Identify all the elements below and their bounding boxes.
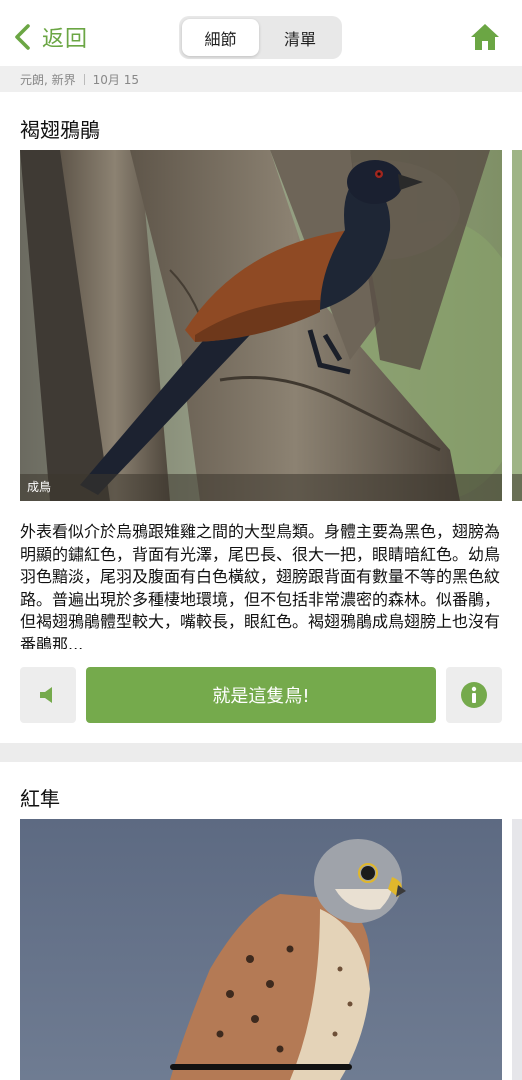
chevron-left-icon — [15, 24, 30, 50]
photo-caption-bar — [20, 474, 502, 501]
next-photo-preview[interactable] — [512, 819, 522, 1080]
back-button[interactable]: 返回 — [12, 18, 88, 56]
speaker-icon — [40, 687, 52, 703]
photo-caption: 成鳥 — [27, 480, 52, 494]
date-text: 10月 15 — [92, 72, 139, 87]
bird-name: 褐翅鴉鵑 — [20, 118, 100, 142]
bird-name: 紅隼 — [20, 787, 60, 811]
location-text: 元朗, 新界 — [20, 72, 76, 87]
play-sound-button[interactable] — [20, 667, 76, 723]
divider — [83, 73, 85, 85]
next-photo-image — [512, 819, 522, 1080]
info-button[interactable] — [446, 667, 502, 723]
info-icon — [461, 682, 487, 708]
bird-photo-image — [20, 150, 502, 501]
home-button[interactable] — [468, 20, 502, 54]
tab-list[interactable]: 清單 — [261, 19, 339, 56]
view-toggle: 細節 清單 — [179, 16, 342, 59]
bird-description: 外表看似介於烏鴉跟雉雞之間的大型鳥類。身體主要為黑色，翅膀為明顯的鏽紅色，背面有… — [20, 522, 501, 649]
bird-photo[interactable]: 成鳥 — [20, 150, 502, 501]
next-photo-preview[interactable] — [512, 150, 522, 501]
bird-photo-image — [20, 819, 502, 1080]
home-icon — [471, 24, 499, 50]
tab-details[interactable]: 細節 — [182, 19, 259, 56]
next-photo-image — [512, 150, 522, 501]
section-divider — [0, 743, 522, 762]
bird-photo[interactable] — [20, 819, 502, 1080]
nav-bar: 返回 細節 清單 — [0, 0, 522, 66]
action-row: 就是這隻鳥! — [0, 667, 522, 723]
back-label: 返回 — [42, 27, 89, 52]
location-bar: 元朗, 新界 10月 15 — [0, 66, 522, 92]
home-indicator[interactable] — [170, 1064, 352, 1070]
confirm-bird-button[interactable]: 就是這隻鳥! — [86, 667, 436, 723]
